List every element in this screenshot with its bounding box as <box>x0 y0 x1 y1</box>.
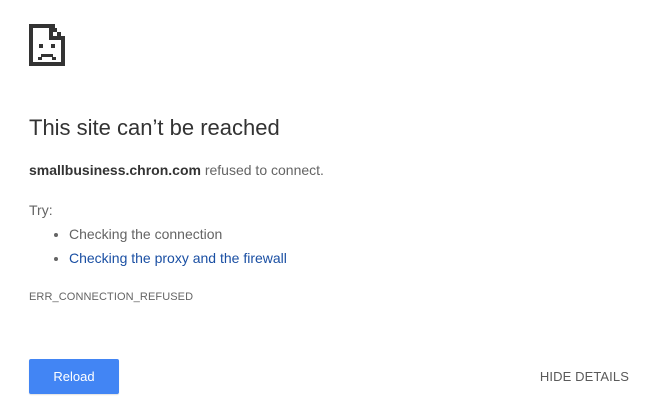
try-label: Try: <box>29 202 53 218</box>
suggestion-item: Checking the proxy and the firewall <box>69 249 287 273</box>
suggestion-check-connection: Checking the connection <box>69 226 223 242</box>
suggestion-check-proxy-link[interactable]: Checking the proxy and the firewall <box>69 250 287 266</box>
sad-page-icon <box>29 24 65 66</box>
suggestions-list: Checking the connection Checking the pro… <box>29 225 287 273</box>
error-host: smallbusiness.chron.com <box>29 162 201 178</box>
page-title: This site can’t be reached <box>29 115 280 140</box>
error-summary: smallbusiness.chron.com refused to conne… <box>29 162 324 178</box>
suggestion-item: Checking the connection <box>69 225 287 249</box>
error-message: refused to connect. <box>200 162 324 178</box>
error-code: ERR_CONNECTION_REFUSED <box>29 291 194 303</box>
reload-button[interactable]: Reload <box>29 359 119 394</box>
hide-details-button[interactable]: HIDE DETAILS <box>540 359 629 394</box>
